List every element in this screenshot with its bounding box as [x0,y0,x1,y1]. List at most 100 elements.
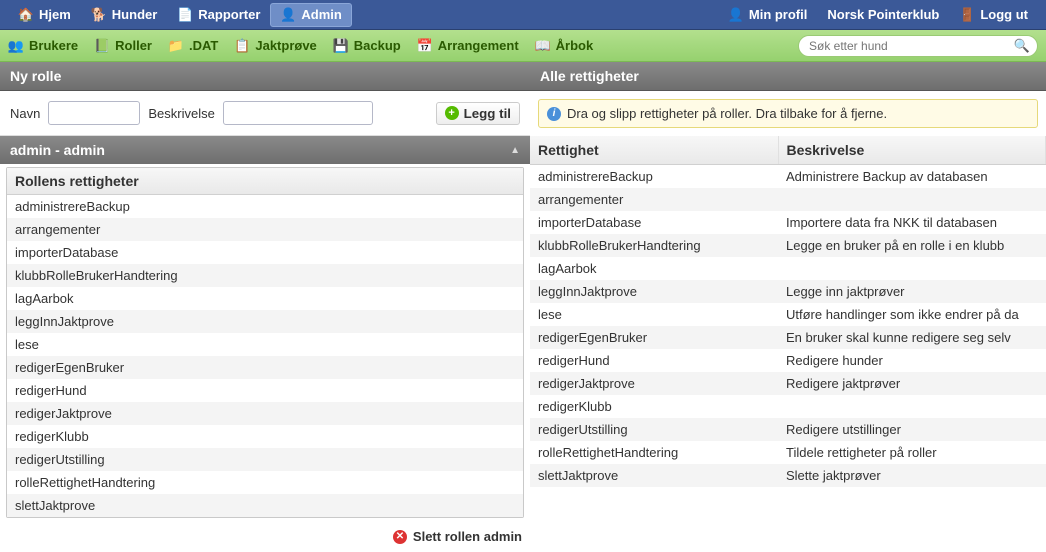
table-row[interactable]: administrereBackupAdministrere Backup av… [530,165,1046,189]
nav-label: Hunder [112,7,158,22]
info-text: Dra og slipp rettigheter på roller. Dra … [567,106,887,121]
subnav-roller[interactable]: 📗Roller [94,38,152,54]
search-icon[interactable]: 🔍 [1014,38,1030,54]
table-row[interactable]: leseUtføre handlinger som ikke endrer på… [530,303,1046,326]
table-row[interactable]: redigerJaktproveRedigere jaktprøver [530,372,1046,395]
table-row[interactable]: redigerEgenBrukerEn bruker skal kunne re… [530,326,1046,349]
new-role-form: Navn Beskrivelse +Legg til [0,91,530,136]
desc-field[interactable] [223,101,373,125]
table-row[interactable]: slettJaktproveSlette jaktprøver [530,464,1046,487]
rights-box: Rollens rettigheter administrereBackupar… [6,167,524,518]
subnav-arrangement[interactable]: 📅Arrangement [417,38,519,54]
nav-klub[interactable]: Norsk Pointerklub [817,3,949,26]
role-right-item[interactable]: redigerHund [7,379,523,402]
role-right-item[interactable]: administrereBackup [7,195,523,218]
info-icon: i [547,107,561,121]
table-row[interactable]: redigerUtstillingRedigere utstillinger [530,418,1046,441]
role-right-item[interactable]: lese [7,333,523,356]
name-field[interactable] [48,101,140,125]
report-icon: 📄 [177,7,193,23]
subnav-brukere[interactable]: 👥 Brukere [8,38,78,54]
table-row[interactable]: redigerHundRedigere hunder [530,349,1046,372]
table-row[interactable]: rolleRettighetHandteringTildele rettighe… [530,441,1046,464]
role-right-item[interactable]: lagAarbok [7,287,523,310]
table-row[interactable]: importerDatabaseImportere data fra NKK t… [530,211,1046,234]
top-nav-right: 👤 Min profil Norsk Pointerklub 🚪Logg ut [718,3,1038,27]
backup-icon: 💾 [333,38,349,54]
role-section-header[interactable]: admin - admin ▲ [0,136,530,164]
info-banner: i Dra og slipp rettigheter på roller. Dr… [538,99,1038,128]
subnav-label: Jaktprøve [255,38,316,53]
cell-rettighet: lagAarbok [530,257,778,280]
nav-admin[interactable]: 👤 Admin [270,3,351,27]
role-right-item[interactable]: redigerJaktprove [7,402,523,425]
nav-rapporter[interactable]: 📄 Rapporter [167,3,270,27]
role-right-item[interactable]: redigerKlubb [7,425,523,448]
cell-rettighet: redigerKlubb [530,395,778,418]
cell-rettighet: redigerUtstilling [530,418,778,441]
role-right-item[interactable]: importerDatabase [7,241,523,264]
subnav-arbok[interactable]: 📖Årbok [535,38,594,54]
nav-label: Admin [301,7,341,22]
table-row[interactable]: lagAarbok [530,257,1046,280]
users-icon: 👥 [8,38,24,54]
subnav-label: Arrangement [438,38,519,53]
subnav-label: Årbok [556,38,594,53]
cell-rettighet: redigerEgenBruker [530,326,778,349]
cell-beskrivelse: Redigere utstillinger [778,418,1046,441]
nav-hunder[interactable]: 🐕 Hunder [81,3,168,27]
cell-beskrivelse: Legge inn jaktprøver [778,280,1046,303]
subnav-backup[interactable]: 💾 Backup [333,38,401,54]
cell-beskrivelse [778,188,1046,211]
table-row[interactable]: leggInnJaktproveLegge inn jaktprøver [530,280,1046,303]
admin-icon: 👤 [280,7,296,23]
role-right-item[interactable]: leggInnJaktprove [7,310,523,333]
role-right-item[interactable]: slettJaktprove [7,494,523,517]
cell-beskrivelse: Slette jaktprøver [778,464,1046,487]
name-label: Navn [10,106,40,121]
home-icon: 🏠 [18,7,34,23]
profile-icon: 👤 [728,7,744,23]
subnav-label: Brukere [29,38,78,53]
role-right-item[interactable]: klubbRolleBrukerHandtering [7,264,523,287]
table-row[interactable]: klubbRolleBrukerHandteringLegge en bruke… [530,234,1046,257]
cell-rettighet: arrangementer [530,188,778,211]
role-right-item[interactable]: rolleRettighetHandtering [7,471,523,494]
nav-label: Logg ut [980,7,1028,22]
main-columns: Ny rolle Navn Beskrivelse +Legg til admi… [0,62,1046,552]
cell-beskrivelse: Administrere Backup av databasen [778,165,1046,189]
delete-icon: ✕ [393,530,407,544]
cell-beskrivelse [778,395,1046,418]
role-right-item[interactable]: arrangementer [7,218,523,241]
panel-title-alle-rettigheter: Alle rettigheter [530,62,1046,91]
nav-loggut[interactable]: 🚪Logg ut [949,3,1038,27]
subnav-label: Backup [354,38,401,53]
cell-rettighet: klubbRolleBrukerHandtering [530,234,778,257]
cell-beskrivelse: Importere data fra NKK til databasen [778,211,1046,234]
role-right-item[interactable]: redigerUtstilling [7,448,523,471]
nav-label: Norsk Pointerklub [827,7,939,22]
panel-title-ny-rolle: Ny rolle [0,62,530,91]
nav-profil[interactable]: 👤 Min profil [718,3,818,27]
search-input[interactable] [798,35,1038,57]
subnav-label: Roller [115,38,152,53]
nav-label: Min profil [749,7,808,22]
cell-rettighet: leggInnJaktprove [530,280,778,303]
subnav-dat[interactable]: 📁.DAT [168,38,218,54]
subnav-jaktprove[interactable]: 📋Jaktprøve [234,38,316,54]
desc-label: Beskrivelse [148,106,214,121]
table-row[interactable]: arrangementer [530,188,1046,211]
role-right-item[interactable]: redigerEgenBruker [7,356,523,379]
dog-icon: 🐕 [91,7,107,23]
add-button[interactable]: +Legg til [436,102,520,125]
sub-nav: 👥 Brukere 📗Roller 📁.DAT 📋Jaktprøve 💾 Backu… [0,30,1046,62]
nav-label: Hjem [39,7,71,22]
cell-beskrivelse: Redigere jaktprøver [778,372,1046,395]
add-button-label: Legg til [464,106,511,121]
col-rettighet[interactable]: Rettighet [530,136,778,165]
col-beskrivelse[interactable]: Beskrivelse [778,136,1046,165]
nav-label: Rapporter [198,7,260,22]
nav-hjem[interactable]: 🏠 Hjem [8,3,81,27]
table-row[interactable]: redigerKlubb [530,395,1046,418]
delete-role-action[interactable]: ✕ Slett rollen admin [0,521,530,552]
